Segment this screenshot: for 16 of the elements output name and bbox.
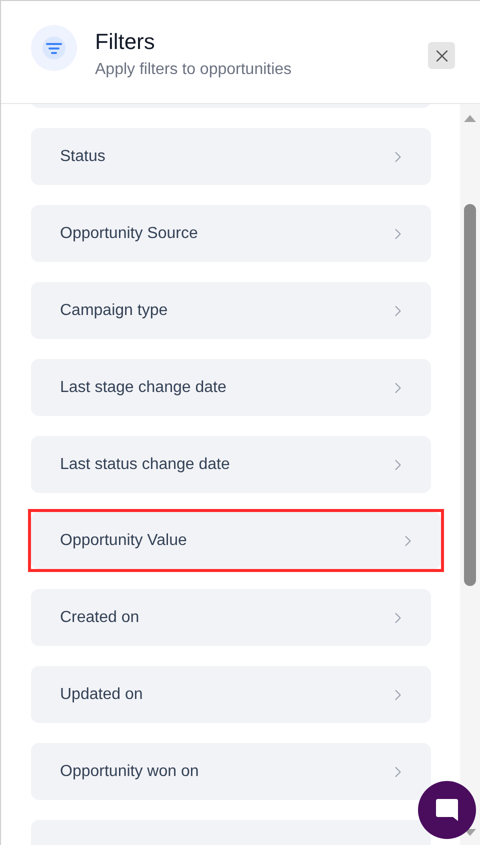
- filter-icon: [31, 25, 77, 71]
- scrollbar[interactable]: [460, 104, 480, 845]
- filter-item[interactable]: Last stage change date: [31, 359, 431, 416]
- filter-item[interactable]: Campaign type: [31, 282, 431, 339]
- panel-subtitle: Apply filters to opportunities: [95, 60, 293, 80]
- panel-title: Filters: [95, 29, 156, 55]
- filter-item[interactable]: Last status change date: [31, 436, 431, 493]
- filter-item[interactable]: Created on: [31, 589, 431, 646]
- filter-item[interactable]: Opportunity won on: [31, 743, 431, 800]
- close-button[interactable]: [428, 42, 455, 69]
- filter-item[interactable]: Opportunity Value: [31, 512, 441, 569]
- scrollbar-thumb[interactable]: [464, 204, 476, 586]
- filter-item[interactable]: Updated on: [31, 666, 431, 723]
- filter-item[interactable]: Status: [31, 128, 431, 185]
- chat-bubble-icon: [434, 797, 460, 823]
- filter-item[interactable]: Opportunity Source: [31, 205, 431, 262]
